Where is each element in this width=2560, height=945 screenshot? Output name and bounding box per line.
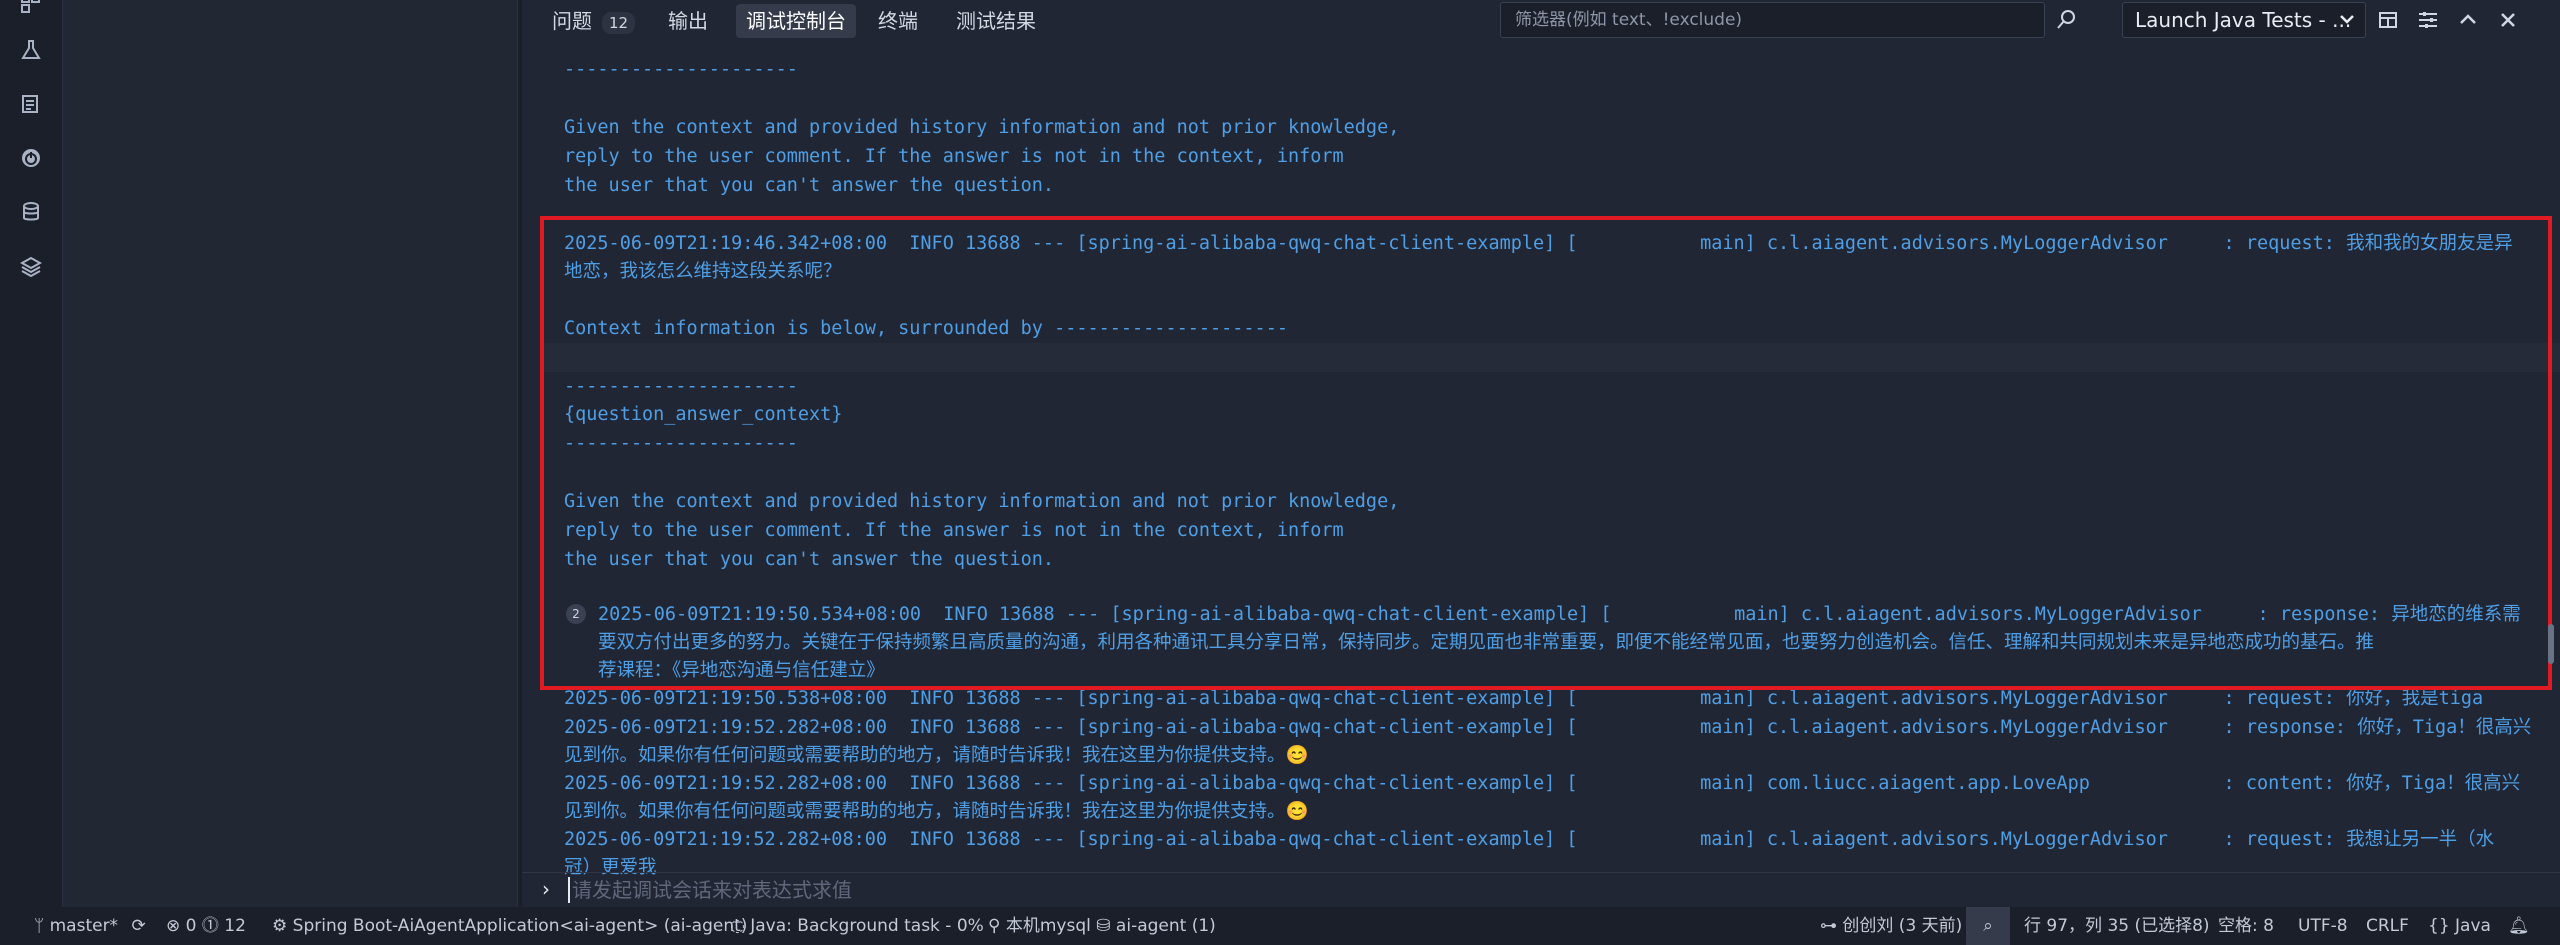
problems-indicator[interactable]: ⊗ 0 ⓵ 12 xyxy=(166,907,246,945)
filter-input[interactable]: 筛选器(例如 text、!exclude) xyxy=(1500,2,2045,38)
java-task-indicator[interactable]: ◌ Java: Background task - 0% xyxy=(730,907,984,945)
debug-console-output[interactable]: --------------------- Given the context … xyxy=(522,44,2560,876)
tab-label: 终端 xyxy=(878,9,918,33)
commit-icon: ⊶ xyxy=(1820,916,1837,936)
console-scrollbar[interactable] xyxy=(2548,624,2554,664)
launch-config-select[interactable]: Launch Java Tests - ... xyxy=(2122,2,2366,38)
console-line: 2025-06-09T21:19:52.282+08:00 INFO 13688… xyxy=(564,717,2532,738)
bell-icon[interactable]: 🔔︎ xyxy=(2508,907,2530,945)
tab-debug-console[interactable]: 调试控制台 xyxy=(736,4,856,38)
cursor-position[interactable]: 行 97，列 35 (已选择8) xyxy=(2024,907,2210,945)
spinner-icon: ◌ xyxy=(730,916,745,936)
encoding[interactable]: UTF-8 xyxy=(2298,907,2348,945)
filter-settings-icon[interactable] xyxy=(2414,6,2442,34)
problems-count-badge: 12 xyxy=(602,12,636,34)
debug-input-row: › 请发起调试会话来对表达式求值 xyxy=(522,872,2560,907)
indentation[interactable]: 空格: 8 xyxy=(2218,907,2274,945)
power-icon[interactable] xyxy=(17,144,45,172)
close-panel-icon[interactable] xyxy=(2494,6,2522,34)
debug-panel: 问题 12 输出 调试控制台 终端 测试结果 筛选器(例如 text、!exclu… xyxy=(522,0,2560,907)
tab-label: 调试控制台 xyxy=(746,9,846,33)
console-line: 2025-06-09T21:19:52.282+08:00 INFO 13688… xyxy=(564,773,2521,794)
expression-input[interactable]: 请发起调试会话来对表达式求值 xyxy=(568,877,852,903)
tab-terminal[interactable]: 终端 xyxy=(868,4,928,38)
chevron-down-icon xyxy=(2339,3,2355,47)
branch-name: master* xyxy=(49,916,119,936)
tab-problems[interactable]: 问题 12 xyxy=(542,4,645,38)
git-branch-icon: ᛘ xyxy=(34,916,45,936)
zoom-icon[interactable]: ⌕ xyxy=(1966,907,2010,945)
language-mode[interactable]: {} Java xyxy=(2428,907,2491,945)
tab-output[interactable]: 输出 xyxy=(658,4,718,38)
panel-tabbar: 问题 12 输出 调试控制台 终端 测试结果 筛选器(例如 text、!exclu… xyxy=(522,0,2560,44)
console-line: 见到你。如果你有任何问题或需要帮助的地方，请随时告诉我！我在这里为你提供支持。😊 xyxy=(564,801,1309,822)
status-bar: ᛘ master* ⟳ ⊗ 0 ⓵ 12 ⚙ Spring Boot-AiAge… xyxy=(0,907,2560,945)
console-line: 见到你。如果你有任何问题或需要帮助的地方，请随时告诉我！我在这里为你提供支持。😊 xyxy=(564,745,1309,766)
error-count: 0 xyxy=(185,916,197,936)
plug-icon: ⚲ xyxy=(988,916,1001,936)
console-line: --------------------- xyxy=(564,59,798,80)
java-task-label: Java: Background task - 0% xyxy=(750,916,984,936)
flask-icon[interactable] xyxy=(17,36,45,64)
database-icon: ⛁ xyxy=(1096,916,1111,936)
run-icon: ⚙ xyxy=(272,916,288,936)
database-indicator[interactable]: ⚲ 本机mysql ⛁ ai-agent (1) xyxy=(988,907,1216,945)
console-line: the user that you can't answer the quest… xyxy=(564,175,1055,196)
error-icon: ⊗ xyxy=(166,916,181,936)
highlight-annotation-box xyxy=(540,216,2552,690)
db-name-label: ai-agent (1) xyxy=(1115,916,1216,936)
run-config-label: Spring Boot-AiAgentApplication<ai-agent>… xyxy=(292,916,748,936)
blame-author: 创创刘 (3 天前) xyxy=(1842,916,1963,936)
language-label: Java xyxy=(2455,916,2491,936)
tab-label: 测试结果 xyxy=(956,9,1036,33)
tab-label: 输出 xyxy=(668,9,708,33)
sidebar xyxy=(62,0,518,907)
launch-config-label: Launch Java Tests - ... xyxy=(2135,8,2352,32)
search-icon[interactable] xyxy=(2052,6,2080,34)
extensions-icon[interactable] xyxy=(17,0,45,18)
warning-count: 12 xyxy=(224,916,246,936)
sync-icon[interactable]: ⟳ xyxy=(131,916,145,936)
database-icon[interactable] xyxy=(17,198,45,226)
git-blame-indicator[interactable]: ⊶ 创创刘 (3 天前) xyxy=(1820,907,1962,945)
maximize-panel-icon[interactable] xyxy=(2454,6,2482,34)
console-line: 2025-06-09T21:19:52.282+08:00 INFO 13688… xyxy=(564,829,2495,850)
line-ending[interactable]: CRLF xyxy=(2366,907,2409,945)
prompt-chevron-icon: › xyxy=(542,877,550,901)
activity-bar xyxy=(0,0,62,907)
run-config-indicator[interactable]: ⚙ Spring Boot-AiAgentApplication<ai-agen… xyxy=(272,907,747,945)
layers-icon[interactable] xyxy=(17,252,45,280)
open-window-icon[interactable] xyxy=(2374,6,2402,34)
console-line: reply to the user comment. If the answer… xyxy=(564,146,1344,167)
braces-icon: {} xyxy=(2428,916,2450,936)
branch-indicator[interactable]: ᛘ master* ⟳ xyxy=(34,907,146,945)
tab-test-results[interactable]: 测试结果 xyxy=(946,4,1046,38)
console-line: Given the context and provided history i… xyxy=(564,117,1400,138)
db-connection-label: 本机mysql xyxy=(1005,916,1091,936)
tab-label: 问题 xyxy=(552,9,592,33)
clipboard-icon[interactable] xyxy=(17,90,45,118)
warning-icon: ⓵ xyxy=(201,916,219,936)
